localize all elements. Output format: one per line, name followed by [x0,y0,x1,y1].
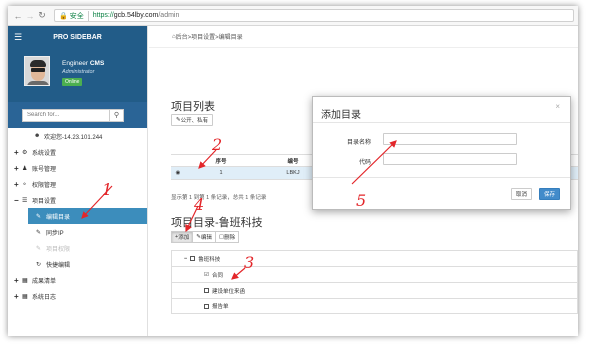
user-profile: Engineer CMS Administrator Online [8,48,147,102]
address-bar[interactable]: 🔒 安全 https:// gcb.54lby.com /admin [54,9,574,22]
directory-name-label: 目录名称 [346,140,371,146]
checkbox[interactable] [204,303,209,309]
sidebar-item-system-settings[interactable]: + ⚙ 系统设置 [8,144,147,160]
reload-icon[interactable]: ↻ [36,10,48,22]
expand-icon: + [14,291,19,301]
project-list-title: 项目列表 [171,101,215,113]
pagination-info: 显示第 1 到第 1 条记录，总共 1 条记录 [171,195,267,201]
sidebar-item-welcome: ☻ 欢迎您-14.23.101.244 [34,133,103,141]
close-icon[interactable]: × [555,102,560,111]
cogs-icon: ⚙ [22,149,28,156]
edit-icon: ✎ [36,229,42,236]
avatar [24,56,50,86]
back-icon[interactable]: ← [12,10,24,22]
url-path: /admin [158,12,180,19]
column-header-index: 序号 [215,158,227,165]
checkbox[interactable] [190,256,196,261]
expand-icon: + [14,275,19,285]
code-input[interactable] [383,153,517,165]
cancel-button[interactable]: 取消 [511,188,533,200]
list-icon: ☰ [22,197,28,204]
add-button[interactable]: + 添加 [171,231,194,243]
sidebar-item-project-settings[interactable]: − ☰ 项目设置 [8,192,147,208]
public-private-button[interactable]: ✎ 公开、私有 [171,114,214,126]
user-role: Administrator [62,69,95,75]
users-icon: ♟ [22,165,28,172]
tree-node[interactable]: 建设单位来函 [171,282,578,298]
delete-button[interactable]: ▢ 删除 [214,231,240,243]
sidebar-item-edit-directory[interactable]: ✎ 编辑目录 [28,208,147,224]
edit-icon: ✎ [36,213,42,220]
divider [313,177,570,178]
sidebar-item-system-log[interactable]: + ▦ 系统日志 [8,288,147,304]
expand-icon: + [14,147,19,157]
tree-node[interactable]: ☑ 合同 [171,266,578,282]
screenshot-frame: ← → ↻ 🔒 安全 https:// gcb.54lby.com /admin… [8,6,578,336]
url-protocol: https:// [92,12,114,19]
sidebar-item-permissions[interactable]: + ⚬ 权限管理 [8,176,147,192]
forward-icon[interactable]: → [24,10,36,22]
sidebar-title: PRO SIDEBAR [53,33,102,41]
add-directory-dialog: 添加目录 × 目录名称 代码 取消 保存 [312,96,571,210]
status-badge: Online [62,78,83,86]
table-icon: ▦ [22,293,28,300]
sidebar-item-deliverables[interactable]: + ▦ 成果清单 [8,272,147,288]
sidebar-menu: ☻ 欢迎您-14.23.101.244 + ⚙ 系统设置 + ♟ 账号管理 + … [8,128,147,304]
shield-icon: ⚬ [22,181,28,188]
dialog-title: 添加目录 [321,110,361,121]
sidebar-header: ☰ PRO SIDEBAR [8,26,147,48]
user-icon: ☻ [34,133,41,139]
directory-toolbar: + 添加 ✎ 编辑 ▢ 删除 [171,231,240,243]
expand-icon: + [14,179,19,189]
edit-button[interactable]: ✎ 编辑 [192,231,216,243]
browser-toolbar: ← → ↻ 🔒 安全 https:// gcb.54lby.com /admin [8,6,578,26]
divider [313,122,570,123]
checked-checkbox-icon[interactable]: ☑ [204,272,209,278]
table-icon: ▦ [22,277,28,284]
url-host: gcb.54lby.com [113,12,159,19]
collapse-icon[interactable]: − [184,256,187,262]
project-directory-title: 项目目录-鲁班科技 [171,217,263,229]
sidebar-item-project-permissions: ✎ 项目权限 [36,245,71,253]
refresh-icon: ↻ [36,261,42,268]
cell-index: 1 [219,170,223,176]
tree-node-root[interactable]: − 鲁班科技 [171,250,578,266]
tree-node[interactable]: 报告单 [171,298,578,314]
sidebar-item-sync-ip[interactable]: ✎ 同步IP [8,224,147,240]
search-icon[interactable]: ⚲ [110,108,124,122]
directory-tree: − 鲁班科技 ☑ 合同 建设单位来函 报告单 [171,250,578,314]
edit-icon: ✎ [36,245,42,252]
collapse-icon: − [14,195,19,205]
search-input[interactable] [22,108,110,122]
secure-label: 安全 [70,10,89,21]
directory-name-input[interactable] [383,133,517,145]
checkbox[interactable] [204,288,209,293]
sidebar: ☰ PRO SIDEBAR Engineer CMS Administrator… [8,26,148,336]
sidebar-search: ⚲ [8,102,147,128]
sidebar-item-accounts[interactable]: + ♟ 账号管理 [8,160,147,176]
lock-icon: 🔒 [59,12,68,20]
row-radio[interactable]: ◉ [171,170,185,176]
save-button[interactable]: 保存 [539,188,561,200]
expand-icon: + [14,163,19,173]
sidebar-item-quick-edit[interactable]: ↻ 快捷编辑 [8,256,147,272]
breadcrumb: ⌂ 后台>项目设置>编辑目录 [149,26,578,48]
user-name: Engineer CMS [62,60,105,67]
code-label: 代码 [358,160,371,166]
breadcrumb-text[interactable]: 后台>项目设置>编辑目录 [176,32,243,41]
